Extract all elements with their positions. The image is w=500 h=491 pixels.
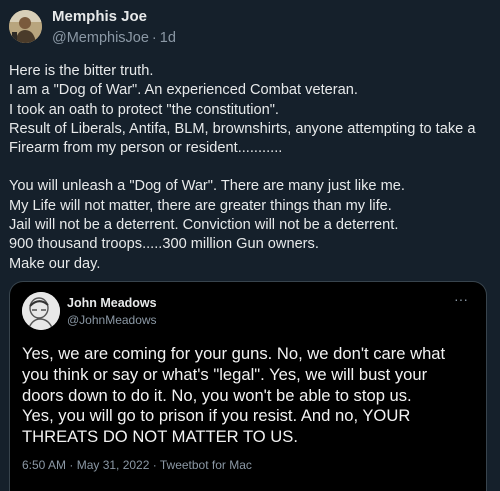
- post-time[interactable]: 1d: [160, 30, 176, 46]
- post-text: Here is the bitter truth. I am a "Dog of…: [9, 62, 497, 274]
- post-text-line: I am a "Dog of War". An experienced Comb…: [9, 82, 358, 99]
- post-text-line: Make our day.: [9, 255, 101, 272]
- quoted-timestamp-source: 6:50 AM · May 31, 2022 · Tweetbot for Ma…: [22, 458, 252, 472]
- post-text-line: Firearm from my person or resident......…: [9, 140, 283, 157]
- author-avatar[interactable]: [9, 10, 42, 43]
- post-text-line: I took an oath to protect "the constitut…: [9, 101, 279, 118]
- meta-separator: ·: [151, 30, 157, 46]
- quoted-text-line: Yes, we are coming for your guns. No, we…: [22, 344, 446, 363]
- post-text-line: Result of Liberals, Antifa, BLM, brownsh…: [9, 120, 476, 137]
- author-name[interactable]: Memphis Joe: [52, 8, 147, 25]
- quoted-text-line: you think or say or what's "legal". Yes,…: [22, 364, 428, 384]
- tweet: Memphis Joe @MemphisJoe · 1d Here is the b…: [0, 0, 500, 491]
- quoted-text-line: doors down to do it. No, you won't be ab…: [22, 385, 412, 405]
- quoted-tweet[interactable]: John Meadows @JohnMeadows ··· Yes, we ar…: [9, 281, 487, 491]
- quoted-text-line: THREATS DO NOT MATTER TO US.: [22, 427, 298, 447]
- author-handle[interactable]: @MemphisJoe: [52, 30, 149, 46]
- author-meta: @MemphisJoe · 1d: [52, 30, 176, 46]
- more-icon[interactable]: ···: [450, 291, 472, 309]
- quoted-author-handle[interactable]: @JohnMeadows: [67, 313, 157, 327]
- quoted-text-line: Yes, you will go to prison if you resist…: [22, 406, 411, 426]
- post-text-line: 900 thousand troops.....300 million Gun …: [9, 236, 319, 253]
- post-text-line: You will unleash a "Dog of War". There a…: [9, 178, 405, 195]
- quoted-text: Yes, we are coming for your guns. No, we…: [22, 344, 482, 448]
- post-text-line: Here is the bitter truth.: [9, 63, 154, 79]
- quoted-author-avatar[interactable]: [22, 292, 60, 330]
- post-text-line: My Life will not matter, there are great…: [9, 197, 392, 214]
- post-text-line: Jail will not be a deterrent. Conviction…: [9, 217, 399, 234]
- quoted-author-name[interactable]: John Meadows: [67, 296, 157, 310]
